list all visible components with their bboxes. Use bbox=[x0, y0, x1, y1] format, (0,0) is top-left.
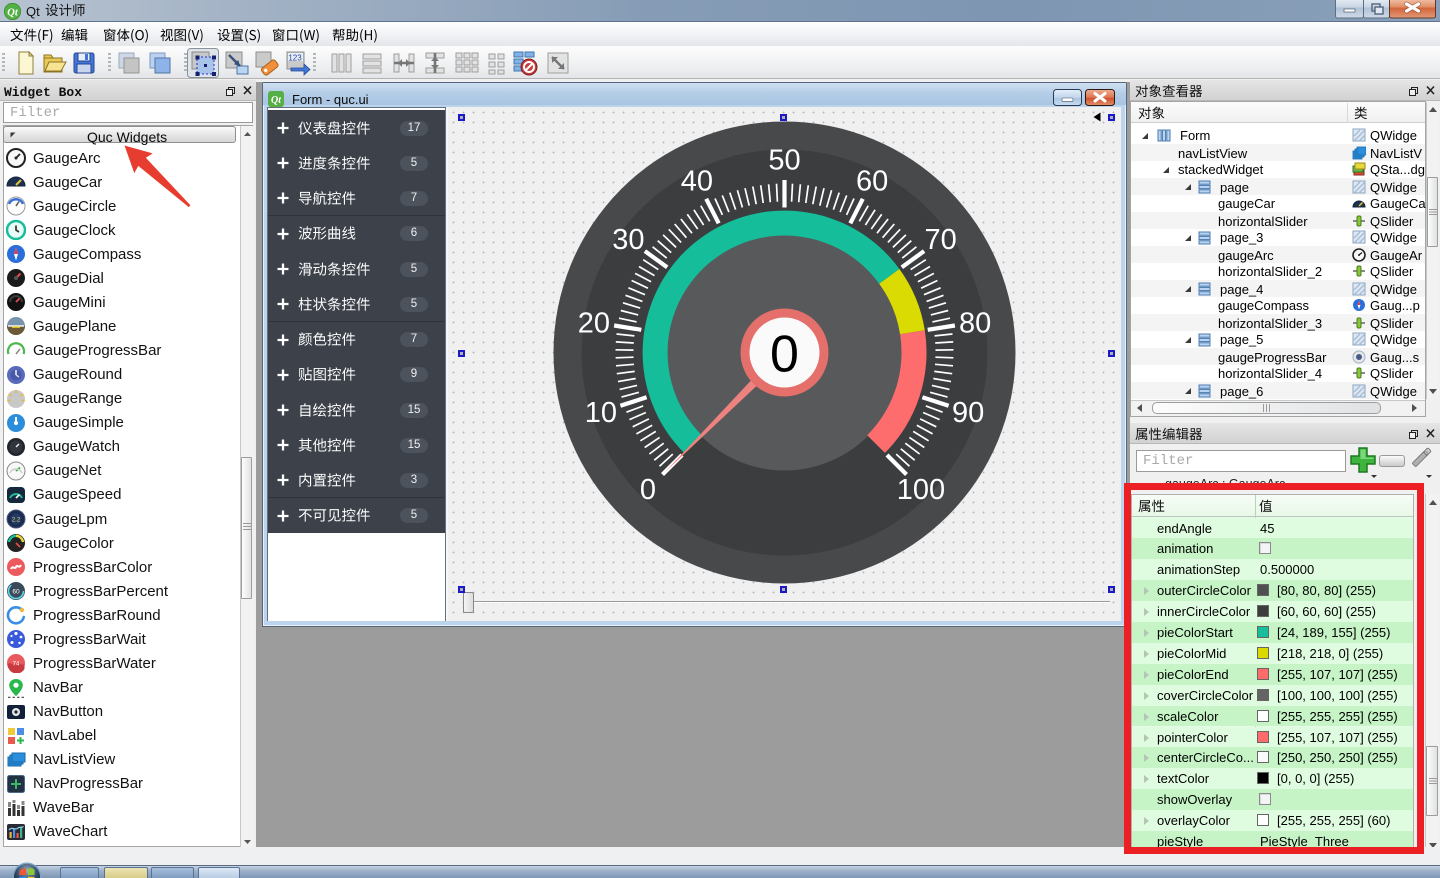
svg-text:2.2: 2.2 bbox=[12, 518, 21, 524]
svg-text:10: 10 bbox=[585, 397, 617, 429]
svg-text:90: 90 bbox=[952, 397, 984, 429]
svg-text:20: 20 bbox=[578, 307, 610, 339]
svg-text:30: 30 bbox=[612, 224, 644, 256]
svg-text:0: 0 bbox=[770, 326, 799, 384]
svg-text:60: 60 bbox=[856, 166, 888, 198]
svg-text:80: 80 bbox=[959, 307, 991, 339]
svg-text:70: 70 bbox=[924, 224, 956, 256]
svg-text:50: 50 bbox=[768, 145, 800, 177]
svg-text:Qt: Qt bbox=[7, 7, 19, 18]
svg-text:123: 123 bbox=[288, 54, 302, 63]
svg-text:Qt: Qt bbox=[271, 95, 282, 106]
svg-text:60: 60 bbox=[12, 589, 20, 596]
svg-text:74: 74 bbox=[13, 662, 20, 668]
svg-text:100: 100 bbox=[897, 474, 945, 506]
svg-text:0: 0 bbox=[640, 474, 656, 506]
svg-text:40: 40 bbox=[681, 166, 713, 198]
